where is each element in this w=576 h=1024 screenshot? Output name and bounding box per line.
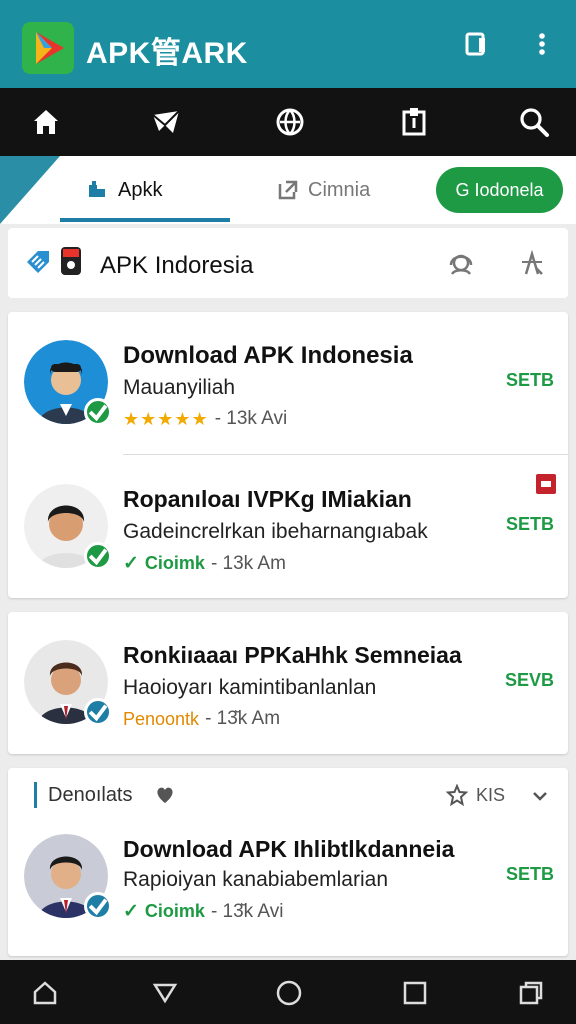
lightning-icon: ✓ (123, 553, 139, 574)
section-title: APK Indoresia (100, 252, 254, 279)
download-count: - 13k Am (210, 552, 286, 574)
divider (123, 454, 568, 455)
region-pill-button[interactable]: G Iodonela (436, 167, 563, 213)
app-tag: Cioimk (144, 901, 205, 921)
app-card: Denoılats KIS Download APK Ihlibtlkdanne… (8, 768, 568, 956)
tab-label: Apkk (118, 178, 163, 201)
app-subtitle: Rapioiyan kanabiabemlarian (123, 868, 389, 891)
search-icon[interactable] (516, 104, 552, 140)
subheader-label: Denoılats (48, 784, 133, 806)
avatar (24, 340, 112, 426)
app-card: Ronkiıaaaı PPKaHhk Semneiaa Haoioyarı ka… (8, 612, 568, 754)
download-count: - 13̆k Avi (210, 900, 284, 922)
list-item[interactable]: Download APK Ihlibtlkdanneia Rapioiyan k… (8, 814, 568, 954)
install-button[interactable]: SETB (506, 514, 554, 535)
filter-icon[interactable] (518, 248, 546, 278)
tab-cimnia[interactable]: Cimnia (276, 170, 370, 210)
heart-icon[interactable] (154, 784, 176, 806)
app-subtitle: Gadeincrelrkan ibeharnangıabak (123, 520, 428, 543)
play-logo-icon (22, 22, 74, 74)
install-button[interactable]: SEVB (505, 670, 554, 691)
list-item[interactable]: Download APK Indonesia Mauanyiliah ★★★★★… (8, 312, 568, 452)
system-nav-bar (0, 960, 576, 1024)
app-bar: APK管ARK (0, 0, 576, 88)
app-tag: Cioimk (144, 553, 205, 573)
app-title: Download APK Indonesia (123, 342, 413, 369)
clipboard-icon[interactable] (396, 104, 432, 140)
download-count: - 13̆k Am (205, 708, 281, 729)
square-icon[interactable] (400, 978, 430, 1008)
export-icon (276, 178, 300, 202)
chevron-down-icon[interactable] (530, 786, 550, 806)
more-vert-icon[interactable] (524, 26, 560, 62)
install-button[interactable]: SETB (506, 370, 554, 391)
avatar (24, 834, 112, 920)
avatar (24, 640, 112, 726)
tab-accent (0, 156, 60, 224)
rating-stars: ★★★★★ (123, 408, 209, 429)
flag-icon (536, 474, 556, 494)
tag-icon (24, 248, 52, 276)
app-title: Ronkiıaaaı PPKaHhk Semneiaa (123, 642, 462, 668)
app-meta: ★★★★★ - 13k Avi (123, 408, 287, 430)
nav-bar (0, 88, 576, 156)
app-subtitle: Haoioyarı kamintibanlanlan (123, 676, 377, 699)
list-item[interactable]: Rорanıloaı IVPKg IMiakian Gadeincrelrkan… (8, 456, 568, 596)
home-icon[interactable] (28, 104, 64, 140)
shield-icon (60, 246, 82, 276)
app-title: Rорanıloaı IVPKg IMiakian (123, 486, 412, 512)
back-icon[interactable] (150, 978, 180, 1008)
subheader-accent (34, 782, 37, 808)
app-tag: Penoontk (123, 708, 200, 729)
tab-indicator (60, 218, 230, 222)
subheader-right-text: KIS (476, 785, 506, 805)
puzzle-icon (86, 179, 108, 201)
app-card: Download APK Indonesia Mauanyiliah ★★★★★… (8, 312, 568, 598)
app-title: APK管ARK (86, 37, 248, 70)
app-subtitle: Mauanyiliah (123, 376, 236, 399)
headset-icon[interactable] (446, 248, 476, 278)
verified-badge-icon (84, 698, 112, 726)
tab-apkk[interactable]: Apkk (86, 170, 162, 210)
list-item[interactable]: Ronkiıaaaı PPKaHhk Semneiaa Haoioyarı ka… (8, 612, 568, 752)
app-meta: Penoontk - 13̆k Am (123, 708, 280, 730)
section-header: APK Indoresia (8, 228, 568, 298)
avatar (24, 484, 112, 570)
tablet-icon[interactable] (458, 26, 494, 62)
verified-badge-icon (84, 542, 112, 570)
verified-badge-icon (84, 398, 112, 426)
install-button[interactable]: SETB (506, 864, 554, 885)
app-meta: ✓ Cioimk - 13k Am (123, 552, 286, 575)
mail-icon[interactable] (148, 104, 184, 140)
app-meta: ✓ Cioimk - 13̆k Avi (123, 900, 283, 923)
lightning-icon: ✓ (123, 901, 139, 922)
download-count: - 13k Avi (214, 408, 288, 429)
star-outline-icon[interactable] (445, 783, 469, 807)
home-outline-icon[interactable] (30, 978, 60, 1008)
globe-icon[interactable] (272, 104, 308, 140)
app-title: Download APK Ihlibtlkdanneia (123, 836, 455, 862)
recents-icon[interactable] (516, 978, 546, 1008)
circle-icon[interactable] (274, 978, 304, 1008)
app-logo[interactable] (22, 22, 74, 74)
verified-badge-icon (84, 892, 112, 920)
tab-label: Cimnia (308, 178, 371, 201)
